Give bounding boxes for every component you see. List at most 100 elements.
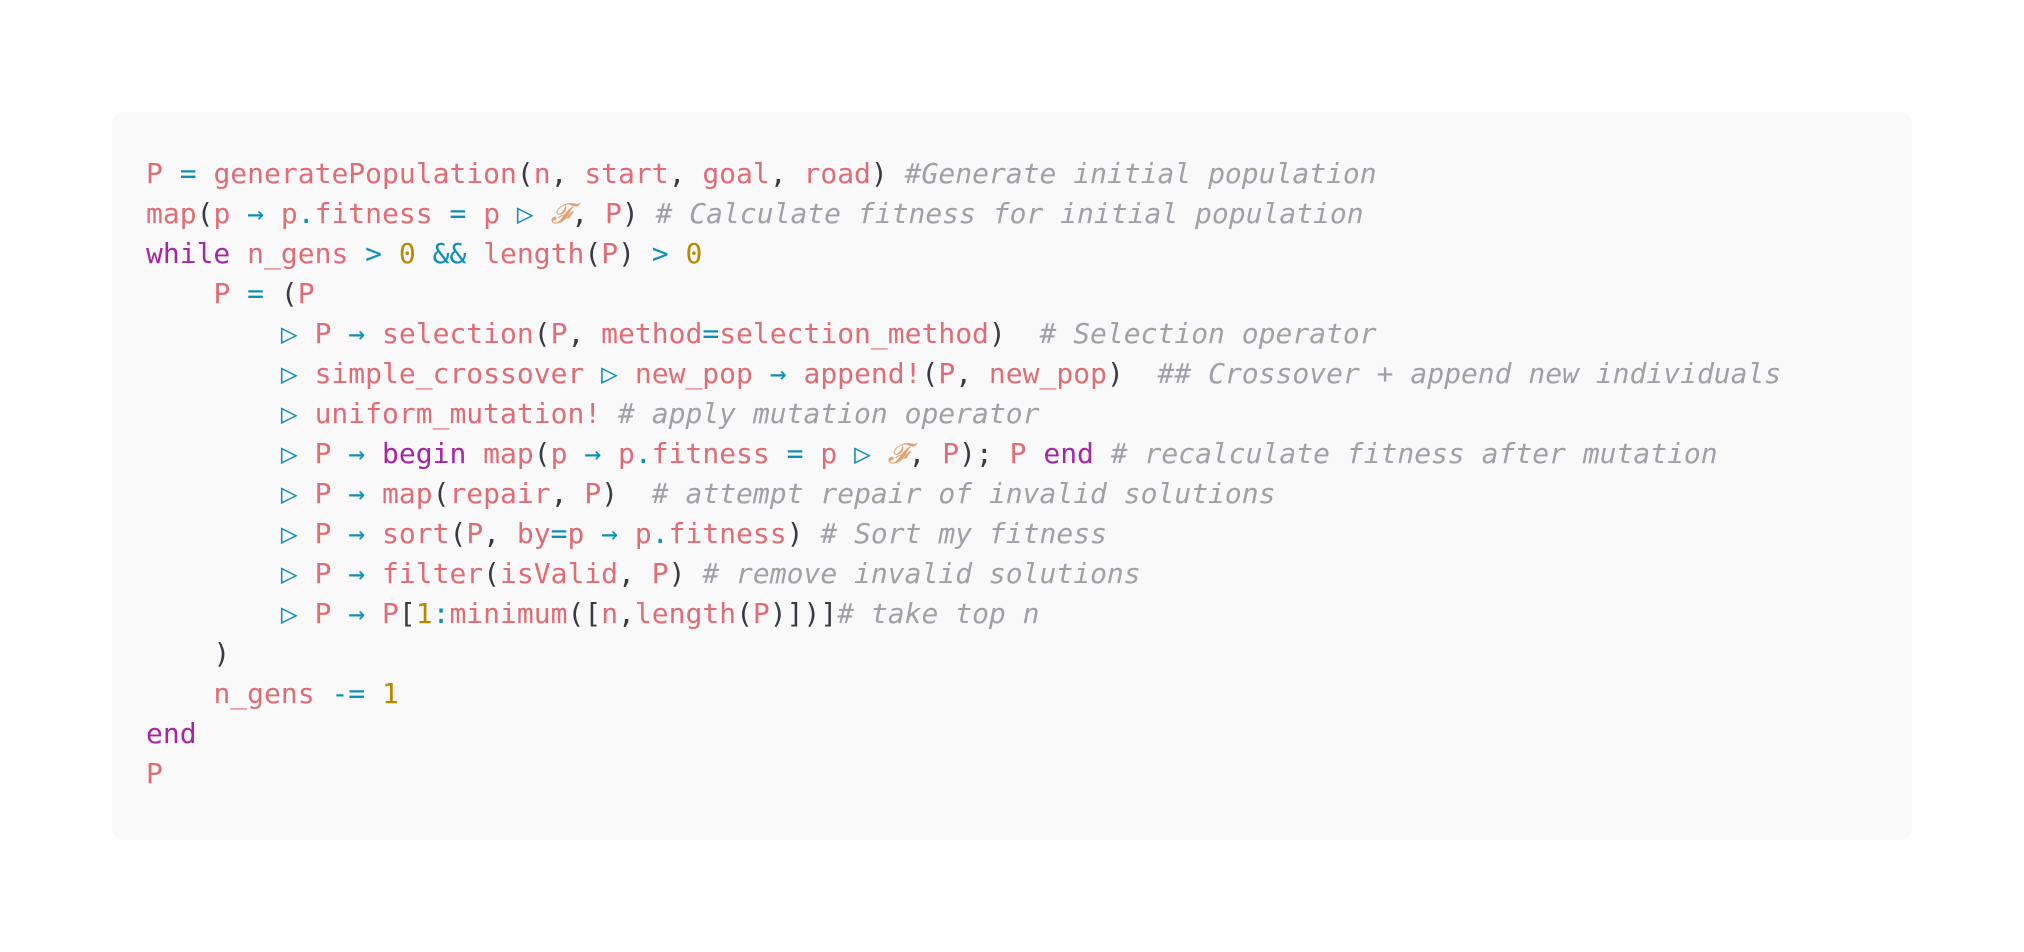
token-identifier: fitness [651,437,770,470]
token-operator: → [567,437,619,470]
token-identifier: fitness [668,517,787,550]
token-operator: ▷ [837,437,888,470]
token-identifier: p [567,517,585,550]
code-listing: P = generatePopulation(n, start, goal, r… [146,154,1781,794]
token-punctuation: ( [533,317,551,350]
token-punctuation: , [908,437,943,470]
code-line: ) [146,634,1781,674]
token-identifier: new_pop [988,357,1107,390]
token-keyword: end [1043,437,1094,470]
token-punctuation: ) [870,157,905,190]
code-line: P = (P [146,274,1781,314]
token-punctuation: ) [621,197,656,230]
token-punctuation: , [571,197,606,230]
token-identifier: P [601,237,619,270]
token-symbol: 𝓕 [887,437,909,470]
token-operator: = [550,517,568,550]
token-comment: ## Crossover + append new individuals [1157,357,1782,390]
token-punctuation: )])] [769,597,838,630]
token-identifier: start [584,157,669,190]
token-comment: # Selection operator [1039,317,1377,350]
token-punctuation [146,317,281,350]
token-operator: : [432,597,450,630]
token-identifier: P [584,477,602,510]
token-identifier: goal [702,157,770,190]
token-punctuation [163,157,180,190]
token-punctuation: ) [146,637,231,670]
token-identifier: isValid [500,557,619,590]
token-function-name: minimum [449,597,568,630]
token-identifier: P [314,597,332,630]
token-punctuation: ) [988,317,1040,350]
token-punctuation: ) [786,517,821,550]
token-comment: # take top n [837,597,1040,630]
token-operator: > [348,237,399,270]
token-operator: = [769,437,821,470]
code-line: while n_gens > 0 && length(P) > 0 [146,234,1781,274]
token-punctuation: , [618,557,652,590]
token-function-name: length [634,597,737,630]
token-number-literal: 0 [398,237,416,270]
token-keyword: while [146,237,231,270]
token-comment: # recalculate fitness after mutation [1110,437,1718,470]
token-punctuation: ( [516,157,534,190]
token-identifier: P [550,317,568,350]
token-operator: ▷ [280,597,315,630]
token-operator: -= [314,677,383,710]
token-punctuation: , [550,477,585,510]
token-number-literal: 1 [382,677,399,710]
token-punctuation: [ [398,597,416,630]
token-operator: > [634,237,686,270]
token-operator: ▷ [500,197,551,230]
token-function-name: map [382,477,433,510]
token-identifier: P [314,477,332,510]
token-punctuation: , [668,157,703,190]
token-operator: → [331,597,383,630]
token-operator: ▷ [584,357,635,390]
code-line: ▷ P → map(repair, P) # attempt repair of… [146,474,1781,514]
code-line: P [146,754,1781,794]
token-punctuation: , [769,157,804,190]
code-line: ▷ P → P[1:minimum([n,length(P)])]# take … [146,594,1781,634]
token-punctuation [146,437,281,470]
token-function-name: filter [382,557,484,590]
token-identifier: fitness [314,197,433,230]
token-punctuation: ( [280,277,298,310]
token-punctuation [146,517,281,550]
token-function-name: generatePopulation [213,157,517,190]
token-punctuation [230,237,247,270]
token-identifier: p [483,197,501,230]
token-identifier: n [533,157,551,190]
token-operator: . [634,437,652,470]
token-identifier: new_pop [634,357,753,390]
token-punctuation [466,437,483,470]
token-operator: → [331,477,383,510]
code-line: ▷ P → selection(P, method=selection_meth… [146,314,1781,354]
token-identifier: p [550,437,568,470]
token-operator: . [651,517,669,550]
code-line: n_gens -= 1 [146,674,1781,714]
token-punctuation: ); [959,437,1010,470]
token-punctuation: , [483,517,517,550]
token-comment: #Generate initial population [904,157,1377,190]
token-identifier: p [280,197,298,230]
token-operator: ▷ [280,517,315,550]
token-symbol: 𝓕 [550,197,572,230]
token-operator: = [702,317,720,350]
token-operator: ▷ [280,397,315,430]
token-punctuation [146,397,281,430]
token-identifier: n_gens [247,237,349,270]
token-operator: → [230,197,281,230]
token-function-name: append! [803,357,922,390]
token-identifier: repair [449,477,551,510]
code-line: map(p → p.fitness = p ▷ 𝓕, P) # Calculat… [146,194,1781,234]
token-operator: → [331,517,383,550]
token-operator: ▷ [280,437,315,470]
token-punctuation: ) [668,557,703,590]
token-keyword: begin [382,437,467,470]
token-operator: . [297,197,315,230]
token-punctuation [601,397,618,430]
code-line: end [146,714,1781,754]
token-punctuation: ( [196,197,214,230]
token-identifier: P [942,437,960,470]
